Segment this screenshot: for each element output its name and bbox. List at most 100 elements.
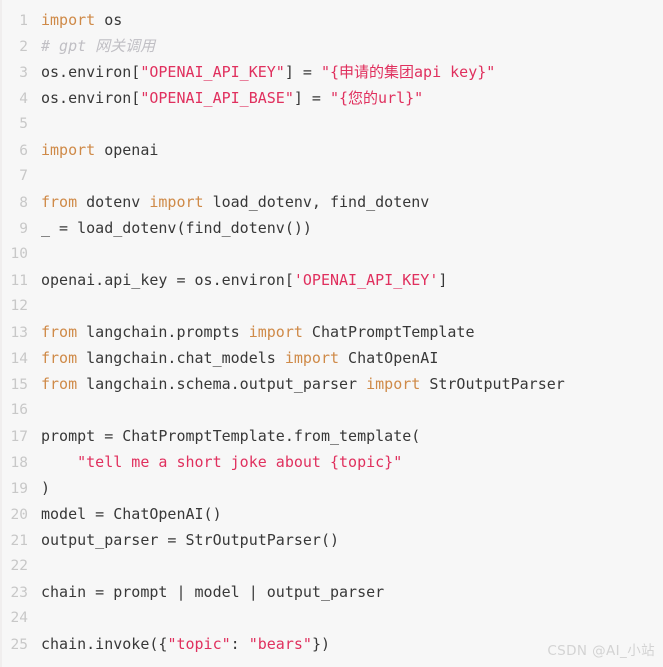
line-content[interactable]: from langchain.prompts import ChatPrompt…	[28, 319, 475, 345]
code-line[interactable]: 1 import os	[2, 7, 663, 33]
code-line[interactable]: 7	[2, 163, 663, 189]
line-content[interactable]: from langchain.schema.output_parser impo…	[28, 371, 565, 397]
line-content[interactable]: )	[28, 475, 50, 501]
code-line[interactable]: 6 import openai	[2, 137, 663, 163]
code-token-txt: model = ChatOpenAI()	[41, 505, 222, 523]
code-token-txt: langchain.chat_models	[77, 349, 285, 367]
code-token-txt: ]	[438, 271, 448, 289]
code-token-txt: )	[41, 479, 51, 497]
line-number: 4	[19, 91, 28, 107]
code-token-txt: })	[311, 635, 330, 653]
code-token-txt: StrOutputParser	[420, 375, 565, 393]
code-token-kw: from	[41, 323, 78, 341]
code-line[interactable]: 19)	[2, 475, 663, 501]
line-number: 25	[10, 637, 28, 653]
code-line[interactable]: 11 openai.api_key = os.environ['OPENAI_AP…	[2, 267, 663, 293]
code-line[interactable]: 22	[2, 553, 663, 579]
code-block[interactable]: 1 import os 2 # gpt 网关调用 3 os.environ["OPENAI…	[0, 0, 663, 667]
code-token-kw: from	[41, 375, 78, 393]
line-number: 6	[19, 143, 28, 159]
code-line[interactable]: 16	[2, 397, 663, 423]
code-line[interactable]: 20 model = ChatOpenAI()	[2, 501, 663, 527]
line-content[interactable]: from dotenv import load_dotenv, find_dot…	[28, 189, 429, 215]
code-token-txt: load_dotenv, find_dotenv	[203, 193, 430, 211]
line-number: 16	[10, 402, 28, 418]
code-line[interactable]: 10	[2, 241, 663, 267]
line-number: 10	[10, 246, 28, 262]
code-token-txt: :	[230, 635, 249, 653]
line-number: 8	[19, 195, 28, 211]
code-line[interactable]: 18 "tell me a short joke about {topic}"	[2, 449, 663, 475]
line-content[interactable]: output_parser = StrOutputParser()	[28, 527, 339, 553]
code-token-kw: import	[41, 141, 96, 159]
code-token-txt: chain = prompt | model | output_parser	[41, 583, 385, 601]
line-number: 20	[10, 507, 28, 523]
code-token-txt: ChatPromptTemplate	[302, 323, 475, 341]
line-number: 15	[10, 377, 28, 393]
line-content[interactable]: from langchain.chat_models import ChatOp…	[28, 345, 438, 371]
line-content[interactable]: "tell me a short joke about {topic}"	[28, 449, 402, 475]
code-line[interactable]: 13 from langchain.prompts import ChatProm…	[2, 319, 663, 345]
code-line[interactable]: 9 _ = load_dotenv(find_dotenv())	[2, 215, 663, 241]
line-content[interactable]: model = ChatOpenAI()	[28, 501, 222, 527]
code-line[interactable]: 14 from langchain.chat_models import Chat…	[2, 345, 663, 371]
code-token-str: "OPENAI_API_BASE"	[140, 89, 294, 107]
line-number: 14	[10, 351, 28, 367]
code-token-str: "OPENAI_API_KEY"	[140, 63, 285, 81]
line-content[interactable]: chain = prompt | model | output_parser	[28, 579, 384, 605]
code-line[interactable]: 12	[2, 293, 663, 319]
code-line[interactable]: 15 from langchain.schema.output_parser im…	[2, 371, 663, 397]
code-token-txt: ] =	[284, 63, 321, 81]
line-number: 3	[19, 65, 28, 81]
code-token-txt: openai	[95, 141, 159, 159]
code-token-txt: langchain.prompts	[77, 323, 249, 341]
code-token-txt: os	[95, 11, 123, 29]
line-number: 17	[10, 429, 28, 445]
code-line[interactable]: 24	[2, 605, 663, 631]
line-number: 13	[10, 325, 28, 341]
code-token-txt: ] =	[293, 89, 330, 107]
line-content[interactable]: os.environ["OPENAI_API_KEY"] = "{申请的集团ap…	[28, 59, 495, 85]
line-content[interactable]: # gpt 网关调用	[28, 33, 155, 59]
code-line[interactable]: 23 chain = prompt | model | output_parser	[2, 579, 663, 605]
code-token-kw: import	[366, 375, 421, 393]
line-number: 19	[10, 481, 28, 497]
code-token-txt: _ = load_dotenv(find_dotenv())	[41, 219, 312, 237]
code-line[interactable]: 8 from dotenv import load_dotenv, find_do…	[2, 189, 663, 215]
code-token-cmt: # gpt 网关调用	[41, 37, 156, 55]
line-number: 12	[10, 298, 28, 314]
code-token-str: "{申请的集团api key}"	[320, 63, 496, 81]
code-token-str: "bears"	[248, 635, 312, 653]
code-line[interactable]: 4 os.environ["OPENAI_API_BASE"] = "{您的url…	[2, 85, 663, 111]
line-number: 18	[10, 455, 28, 471]
line-content[interactable]: openai.api_key = os.environ['OPENAI_API_…	[28, 267, 447, 293]
line-number: 2	[19, 39, 28, 55]
code-line[interactable]: 3 os.environ["OPENAI_API_KEY"] = "{申请的集团a…	[2, 59, 663, 85]
code-line[interactable]: 2 # gpt 网关调用	[2, 33, 663, 59]
code-token-txt: os.environ[	[41, 63, 141, 81]
code-token-txt: dotenv	[77, 193, 150, 211]
line-content[interactable]: import os	[28, 7, 122, 33]
line-content[interactable]: _ = load_dotenv(find_dotenv())	[28, 215, 312, 241]
code-line[interactable]: 17 prompt = ChatPromptTemplate.from_templ…	[2, 423, 663, 449]
code-token-str: "topic"	[167, 635, 231, 653]
line-number: 22	[10, 558, 28, 574]
line-content[interactable]: os.environ["OPENAI_API_BASE"] = "{您的url}…	[28, 85, 423, 111]
code-line[interactable]: 21 output_parser = StrOutputParser()	[2, 527, 663, 553]
line-number: 23	[10, 585, 28, 601]
code-token-str: 'OPENAI_API_KEY'	[293, 271, 439, 289]
line-content[interactable]: chain.invoke({"topic": "bears"})	[28, 631, 330, 657]
line-content[interactable]: import openai	[28, 137, 158, 163]
line-content[interactable]: prompt = ChatPromptTemplate.from_templat…	[28, 423, 420, 449]
code-token-txt: openai.api_key = os.environ[	[41, 271, 294, 289]
code-token-kw: import	[248, 323, 303, 341]
line-number: 1	[19, 13, 28, 29]
line-number: 24	[10, 610, 28, 626]
line-number: 11	[10, 273, 28, 289]
code-line[interactable]: 5	[2, 111, 663, 137]
line-number: 21	[10, 533, 28, 549]
code-token-kw: from	[41, 349, 78, 367]
code-token-kw: import	[284, 349, 340, 367]
line-number: 5	[19, 116, 28, 132]
